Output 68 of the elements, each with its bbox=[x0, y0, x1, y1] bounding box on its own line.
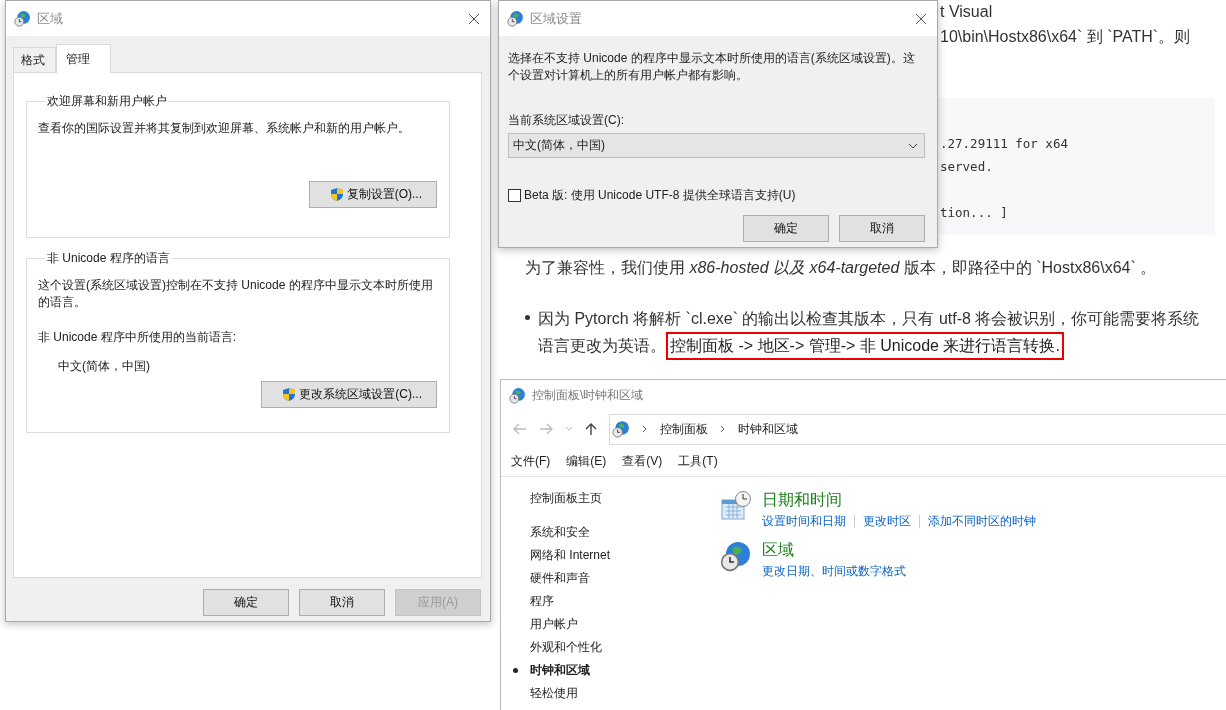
dialog-button[interactable]: 取消 bbox=[839, 215, 925, 242]
menu-item[interactable]: 查看(V) bbox=[622, 453, 663, 470]
window-title: 控制面板\时钟和区域 bbox=[532, 387, 644, 404]
shield-icon bbox=[329, 187, 344, 202]
nav-link[interactable]: 网络和 Internet bbox=[530, 548, 611, 562]
value-text: 中文(简体，中国) bbox=[57, 358, 151, 375]
task-link[interactable]: 设置时间和日期 bbox=[762, 513, 846, 530]
nav-link[interactable]: 轻松使用 bbox=[530, 686, 578, 700]
checkbox[interactable] bbox=[508, 189, 521, 202]
menu-item[interactable]: 工具(T) bbox=[678, 453, 718, 470]
nav-link[interactable]: 用户帐户 bbox=[530, 617, 578, 631]
globe-clock-icon bbox=[720, 540, 752, 572]
globe-clock-icon bbox=[612, 420, 630, 438]
code-line: tion... ] bbox=[940, 204, 1009, 222]
admin-button[interactable]: 更改系统区域设置(C)... bbox=[261, 381, 437, 408]
nav-link[interactable]: 外观和个性化 bbox=[530, 640, 602, 654]
shield-icon bbox=[282, 387, 297, 402]
nav-link[interactable]: 硬件和声音 bbox=[530, 571, 590, 585]
task-link[interactable]: 更改时区 bbox=[863, 513, 911, 530]
tab[interactable]: 格式 bbox=[13, 47, 56, 72]
locale-dropdown[interactable]: 中文(简体，中国) bbox=[508, 133, 925, 158]
close-icon[interactable] bbox=[915, 12, 927, 25]
window-title: 区域 bbox=[37, 9, 63, 28]
menu-item[interactable]: 编辑(E) bbox=[566, 453, 607, 470]
article-text: t Visual bbox=[940, 3, 993, 21]
tab[interactable]: 管理 bbox=[56, 44, 111, 73]
group-title: 非 Unicode 程序的语言 bbox=[46, 250, 171, 267]
description-text: 查看你的国际设置并将其复制到欢迎屏幕、系统帐户和新的用户帐户。 bbox=[38, 120, 411, 137]
chevron-icon bbox=[720, 425, 726, 433]
globe-clock-icon bbox=[507, 10, 524, 27]
description-text: 选择在不支持 Unicode 的程序中显示文本时所使用的语言(系统区域设置)。这个设置对计算机上的所有用户帐户都有影响。 bbox=[508, 50, 916, 84]
bullet-icon bbox=[513, 668, 518, 673]
article-text: 10\bin\Hostx86\x64` 到 `PATH`。则 bbox=[940, 27, 1191, 47]
group-title: 欢迎屏幕和新用户帐户 bbox=[46, 93, 168, 110]
code-line: served. bbox=[940, 158, 994, 176]
globe-clock-icon bbox=[14, 10, 31, 27]
breadcrumb-item[interactable]: 控制面板 bbox=[660, 420, 708, 438]
menu-item[interactable]: 文件(F) bbox=[511, 453, 551, 470]
breadcrumb-item[interactable]: 时钟和区域 bbox=[738, 420, 798, 438]
article-paragraph: 为了兼容性，我们使用 x86-hosted 以及 x64-targeted 版本，即路径中的 `Hostx86\x64` 。 bbox=[525, 258, 1157, 278]
nav-link[interactable]: 时钟和区域 bbox=[530, 663, 590, 677]
nav-link[interactable]: 控制面板主页 bbox=[530, 490, 720, 507]
nav-link[interactable]: 程序 bbox=[530, 594, 554, 608]
window-title: 区域设置 bbox=[530, 9, 582, 28]
up-icon[interactable] bbox=[585, 422, 597, 436]
task-link[interactable]: 更改日期、时间或数字格式 bbox=[762, 563, 906, 580]
dialog-button[interactable]: 取消 bbox=[299, 589, 385, 616]
nav-link[interactable]: 系统和安全 bbox=[530, 525, 590, 539]
chevron-icon bbox=[642, 425, 648, 433]
close-icon[interactable] bbox=[468, 12, 480, 25]
globe-clock-icon bbox=[509, 387, 526, 404]
category-title[interactable]: 日期和时间 bbox=[762, 490, 1036, 511]
bullet-icon bbox=[525, 315, 530, 320]
bullet-text: 因为 Pytorch 将解析 `cl.exe` 的输出以检查其版本，只有 utf-8 将会被识别，你可能需要将系统语言更改为英语。 控制面板 -> 地区-> 管理-> 非 Unicode 来进行语言转换. bbox=[538, 306, 1214, 360]
field-label: 当前系统区域设置(C): bbox=[508, 112, 625, 129]
category-title[interactable]: 区域 bbox=[762, 540, 906, 561]
address-bar[interactable]: 控制面板 时钟和区域 bbox=[609, 413, 1226, 445]
calendar-clock-icon bbox=[720, 490, 752, 522]
dialog-button[interactable]: 确定 bbox=[203, 589, 289, 616]
description-text: 这个设置(系统区域设置)控制在不支持 Unicode 的程序中显示文本时所使用的语言。 bbox=[38, 277, 433, 311]
highlighted-text: 控制面板 -> 地区-> 管理-> 非 Unicode 来进行语言转换. bbox=[666, 332, 1064, 360]
field-label: 非 Unicode 程序中所使用的当前语言: bbox=[38, 329, 238, 346]
admin-button[interactable]: 复制设置(O)... bbox=[308, 181, 437, 208]
code-line: .27.29111 for x64 bbox=[940, 135, 1069, 153]
checkbox-label[interactable]: Beta 版: 使用 Unicode UTF-8 提供全球语言支持(U) bbox=[524, 187, 796, 204]
chevron-icon bbox=[908, 142, 918, 149]
dialog-button[interactable]: 确定 bbox=[743, 215, 829, 242]
task-link[interactable]: 添加不同时区的时钟 bbox=[928, 513, 1036, 530]
